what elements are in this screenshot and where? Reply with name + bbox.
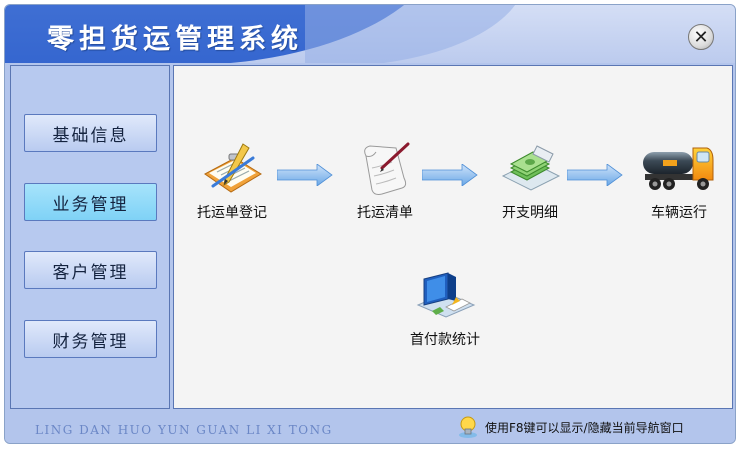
clipboard-pencil-icon bbox=[204, 143, 262, 193]
pinyin-subtitle: LING DAN HUO YUN GUAN LI XI TONG bbox=[35, 423, 333, 437]
tip-text: 使用F8键可以显示/隐藏当前导航窗口 bbox=[485, 420, 684, 435]
sidebar-item-business-management[interactable]: 业务管理 bbox=[24, 183, 157, 221]
title-bar: 零担货运管理系统 ✕ bbox=[5, 5, 735, 63]
flow-arrow-icon bbox=[422, 164, 478, 186]
main-window: 零担货运管理系统 ✕ 基础信息 业务管理 客户管理 财务管理 托运单登记 托运清… bbox=[4, 4, 736, 444]
app-title: 零担货运管理系统 bbox=[47, 24, 303, 55]
sidebar-item-basic-info[interactable]: 基础信息 bbox=[24, 114, 157, 152]
sidebar-nav: 基础信息 业务管理 客户管理 财务管理 bbox=[10, 65, 170, 409]
task-vehicle-operation[interactable]: 车辆运行 bbox=[624, 138, 734, 222]
chart-monitor-icon bbox=[416, 272, 476, 318]
task-consignment-register[interactable]: 托运单登记 bbox=[177, 138, 287, 222]
task-down-payment-stats[interactable]: 首付款统计 bbox=[390, 271, 500, 349]
task-label: 车辆运行 bbox=[651, 205, 707, 221]
workflow-panel: 托运单登记 托运清单 开支明细 车辆运行 首付款统计 bbox=[173, 65, 733, 409]
close-button[interactable]: ✕ bbox=[688, 24, 714, 50]
status-bar: LING DAN HUO YUN GUAN LI XI TONG 使用F8键可以… bbox=[5, 409, 735, 443]
tanker-truck-icon bbox=[643, 147, 714, 190]
task-label: 托运清单 bbox=[357, 205, 413, 221]
title-wave-highlight bbox=[305, 5, 525, 63]
sidebar-item-finance-management[interactable]: 财务管理 bbox=[24, 320, 157, 358]
lightbulb-icon bbox=[459, 416, 477, 438]
navigation-tip: 使用F8键可以显示/隐藏当前导航窗口 bbox=[457, 413, 729, 441]
sidebar-item-label: 业务管理 bbox=[52, 194, 129, 215]
sidebar-item-label: 基础信息 bbox=[52, 125, 129, 146]
sidebar-item-customer-management[interactable]: 客户管理 bbox=[24, 251, 157, 289]
flow-arrow-icon bbox=[277, 164, 333, 186]
sidebar-item-label: 财务管理 bbox=[52, 331, 129, 352]
task-label: 托运单登记 bbox=[197, 205, 267, 221]
money-stack-icon bbox=[501, 145, 561, 191]
task-label: 开支明细 bbox=[502, 205, 558, 221]
task-label: 首付款统计 bbox=[410, 332, 480, 348]
flow-arrow-icon bbox=[567, 164, 623, 186]
paper-scroll-icon bbox=[364, 142, 410, 195]
close-icon: ✕ bbox=[693, 26, 709, 48]
sidebar-item-label: 客户管理 bbox=[52, 262, 129, 283]
